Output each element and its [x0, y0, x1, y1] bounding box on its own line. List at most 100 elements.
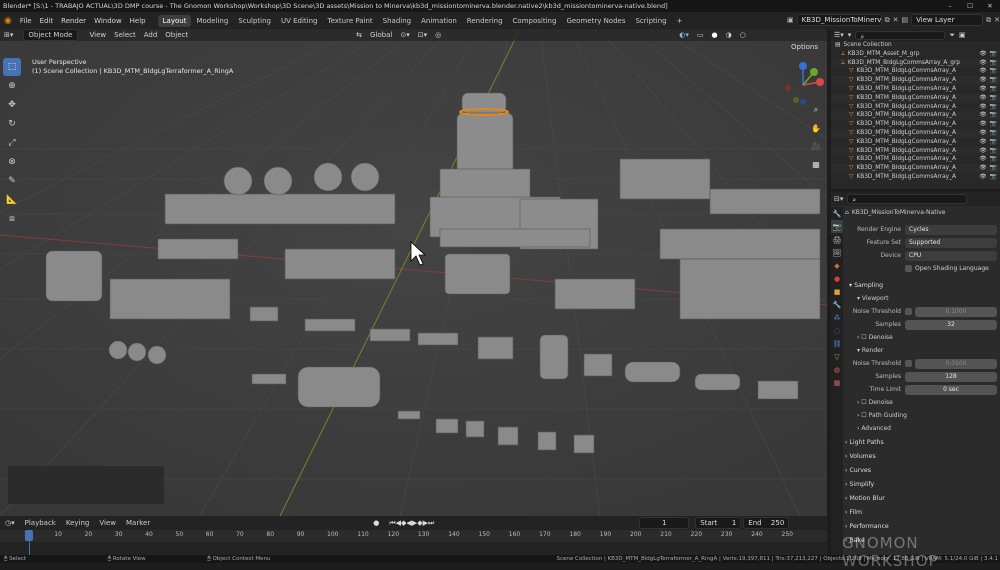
render-visibility-icon[interactable]: 📷 — [990, 103, 997, 112]
move-icon[interactable]: ✥ — [3, 96, 21, 114]
render-visibility-icon[interactable]: 📷 — [990, 173, 997, 182]
proportional-icon[interactable]: ◎ — [431, 31, 445, 39]
playback-menu[interactable]: Playback — [20, 519, 61, 527]
tab-sculpting[interactable]: Sculpting — [233, 15, 276, 27]
render-visibility-icon[interactable]: 📷 — [990, 138, 997, 147]
properties-search-input[interactable]: ⌕ — [847, 194, 968, 204]
path-guiding-subpanel[interactable]: › ☐ Path Guiding — [845, 409, 1000, 422]
osl-checkbox[interactable] — [905, 265, 912, 272]
tab-compositing[interactable]: Compositing — [508, 15, 562, 27]
view-menu[interactable]: View — [86, 31, 111, 39]
add-menu[interactable]: Add — [140, 31, 162, 39]
prev-key-icon[interactable]: ◀◆ — [396, 519, 407, 527]
select-menu[interactable]: Select — [110, 31, 140, 39]
current-frame-field[interactable]: 1 — [639, 517, 690, 529]
visibility-icon[interactable]: 👁 — [979, 155, 986, 164]
minimize-icon[interactable]: – — [940, 0, 960, 12]
frame-end-field[interactable]: End 250 — [743, 517, 790, 529]
select-box-icon[interactable]: ⬚ — [3, 58, 21, 76]
visibility-icon[interactable]: 👁 — [979, 76, 986, 85]
close-icon[interactable]: ✕ — [980, 0, 1000, 12]
time-limit-field[interactable]: 0 sec — [905, 384, 997, 395]
texture-tab-icon[interactable]: ▦ — [831, 376, 843, 389]
camera-icon[interactable]: 🎥 — [809, 139, 823, 153]
outliner-search-input[interactable]: ⌕ — [855, 30, 946, 41]
xray-icon[interactable]: ▭ — [693, 31, 708, 39]
outliner-item[interactable]: ▽ KB3D_MTM_BldgLgCommsArray_A 👁 📷 — [831, 111, 1000, 121]
menu-window[interactable]: Window — [90, 17, 126, 25]
record-icon[interactable]: ● — [373, 519, 379, 527]
ortho-icon[interactable]: ▦ — [809, 157, 823, 171]
measure-icon[interactable]: 📐 — [3, 191, 21, 209]
advanced-subpanel[interactable]: › Advanced — [845, 422, 1000, 435]
tab-uv-editing[interactable]: UV Editing — [276, 15, 323, 27]
visibility-icon[interactable]: 👁 — [979, 103, 986, 112]
outliner-item[interactable]: ▽ KB3D_MTM_BldgLgCommsArray_A 👁 📷 — [831, 128, 1000, 138]
marker-menu[interactable]: Marker — [121, 519, 155, 527]
visibility-icon[interactable]: 👁 — [979, 59, 986, 68]
panel-motion-blur[interactable]: › Motion Blur — [845, 492, 1000, 505]
shading-solid-icon[interactable]: ● — [707, 31, 721, 39]
next-key-icon[interactable]: ◆▶ — [417, 519, 428, 527]
panel-volumes[interactable]: › Volumes — [845, 450, 1000, 463]
material-tab-icon[interactable]: ◍ — [831, 363, 843, 376]
shading-material-icon[interactable]: ◑ — [722, 31, 736, 39]
visibility-icon[interactable]: 👁 — [979, 120, 986, 129]
playhead[interactable] — [25, 530, 33, 555]
visibility-icon[interactable]: 👁 — [979, 147, 986, 156]
visibility-icon[interactable]: 👁 — [979, 138, 986, 147]
add-cube-icon[interactable]: ⧈ — [3, 210, 21, 228]
overlay-icon[interactable]: ◐▾ — [675, 31, 693, 39]
outliner-item[interactable]: ▽ KB3D_MTM_BldgLgCommsArray_A 👁 📷 — [831, 93, 1000, 103]
render-visibility-icon[interactable]: 📷 — [990, 67, 997, 76]
visibility-icon[interactable]: 👁 — [979, 85, 986, 94]
tab-layout[interactable]: Layout — [157, 14, 192, 27]
physics-tab-icon[interactable]: ◌ — [831, 324, 843, 337]
visibility-icon[interactable]: 👁 — [979, 173, 986, 182]
add-workspace-button[interactable]: + — [672, 15, 688, 27]
copy-icon[interactable]: ⧉ — [885, 16, 890, 25]
panel-film[interactable]: › Film — [845, 506, 1000, 519]
data-tab-icon[interactable]: ▽ — [831, 350, 843, 363]
editor-type-icon[interactable]: ⊞▾ — [0, 31, 17, 39]
maximize-icon[interactable]: ☐ — [960, 0, 980, 12]
panel-simplify[interactable]: › Simplify — [845, 478, 1000, 491]
render-visibility-icon[interactable]: 📷 — [990, 155, 997, 164]
close-scene-icon[interactable]: ✕ — [893, 16, 899, 24]
view-layer-tab-icon[interactable]: 🖼 — [831, 246, 843, 259]
viewport-noise-field[interactable]: 0.1000 — [915, 306, 997, 317]
viewport-subpanel[interactable]: ▾ Viewport — [845, 292, 1000, 305]
panel-performance[interactable]: › Performance — [845, 520, 1000, 533]
object-tab-icon[interactable]: ■ — [831, 285, 843, 298]
close-layer-icon[interactable]: ✕ — [994, 16, 1000, 24]
render-visibility-icon[interactable]: 📷 — [990, 111, 997, 120]
render-denoise-subpanel[interactable]: › ☐ Denoise — [845, 396, 1000, 409]
render-noise-checkbox[interactable] — [905, 360, 912, 367]
transform-icon[interactable]: ⊗ — [3, 153, 21, 171]
new-collection-icon[interactable]: ▣ — [959, 31, 966, 39]
tab-scripting[interactable]: Scripting — [630, 15, 671, 27]
keying-menu[interactable]: Keying — [61, 519, 95, 527]
object-menu[interactable]: Object — [161, 31, 192, 39]
viewport-samples-field[interactable]: 32 — [905, 319, 997, 330]
scale-icon[interactable]: ⤢ — [3, 134, 21, 152]
output-tab-icon[interactable]: 🖨 — [831, 233, 843, 246]
render-visibility-icon[interactable]: 📷 — [990, 85, 997, 94]
visibility-icon[interactable]: 👁 — [979, 129, 986, 138]
shading-rendered-icon[interactable]: ○ — [736, 31, 750, 39]
timeline-view-menu[interactable]: View — [94, 519, 121, 527]
visibility-icon[interactable]: 👁 — [979, 164, 986, 173]
sampling-panel[interactable]: ▾ Sampling — [845, 279, 1000, 292]
view-layer-field[interactable]: View Layer — [911, 14, 984, 26]
blender-logo-icon[interactable]: ◉ — [0, 16, 16, 26]
pivot-icon[interactable]: ⊙▾ — [396, 31, 413, 39]
tab-modeling[interactable]: Modeling — [191, 15, 233, 27]
render-visibility-icon[interactable]: 📷 — [990, 76, 997, 85]
outliner-item[interactable]: ▽ KB3D_MTM_BldgLgCommsArray_A 👁 📷 — [831, 67, 1000, 76]
menu-render[interactable]: Render — [57, 17, 90, 25]
outliner-item[interactable]: ▽ KB3D_MTM_BldgLgCommsArray_A 👁 📷 — [831, 173, 1000, 182]
outliner-item[interactable]: ▽ KB3D_MTM_BldgLgCommsArray_A 👁 📷 — [831, 155, 1000, 164]
outliner-editor-icon[interactable]: ☰▾ — [834, 31, 844, 39]
modifier-tab-icon[interactable]: 🔧 — [831, 298, 843, 311]
render-visibility-icon[interactable]: 📷 — [990, 129, 997, 138]
